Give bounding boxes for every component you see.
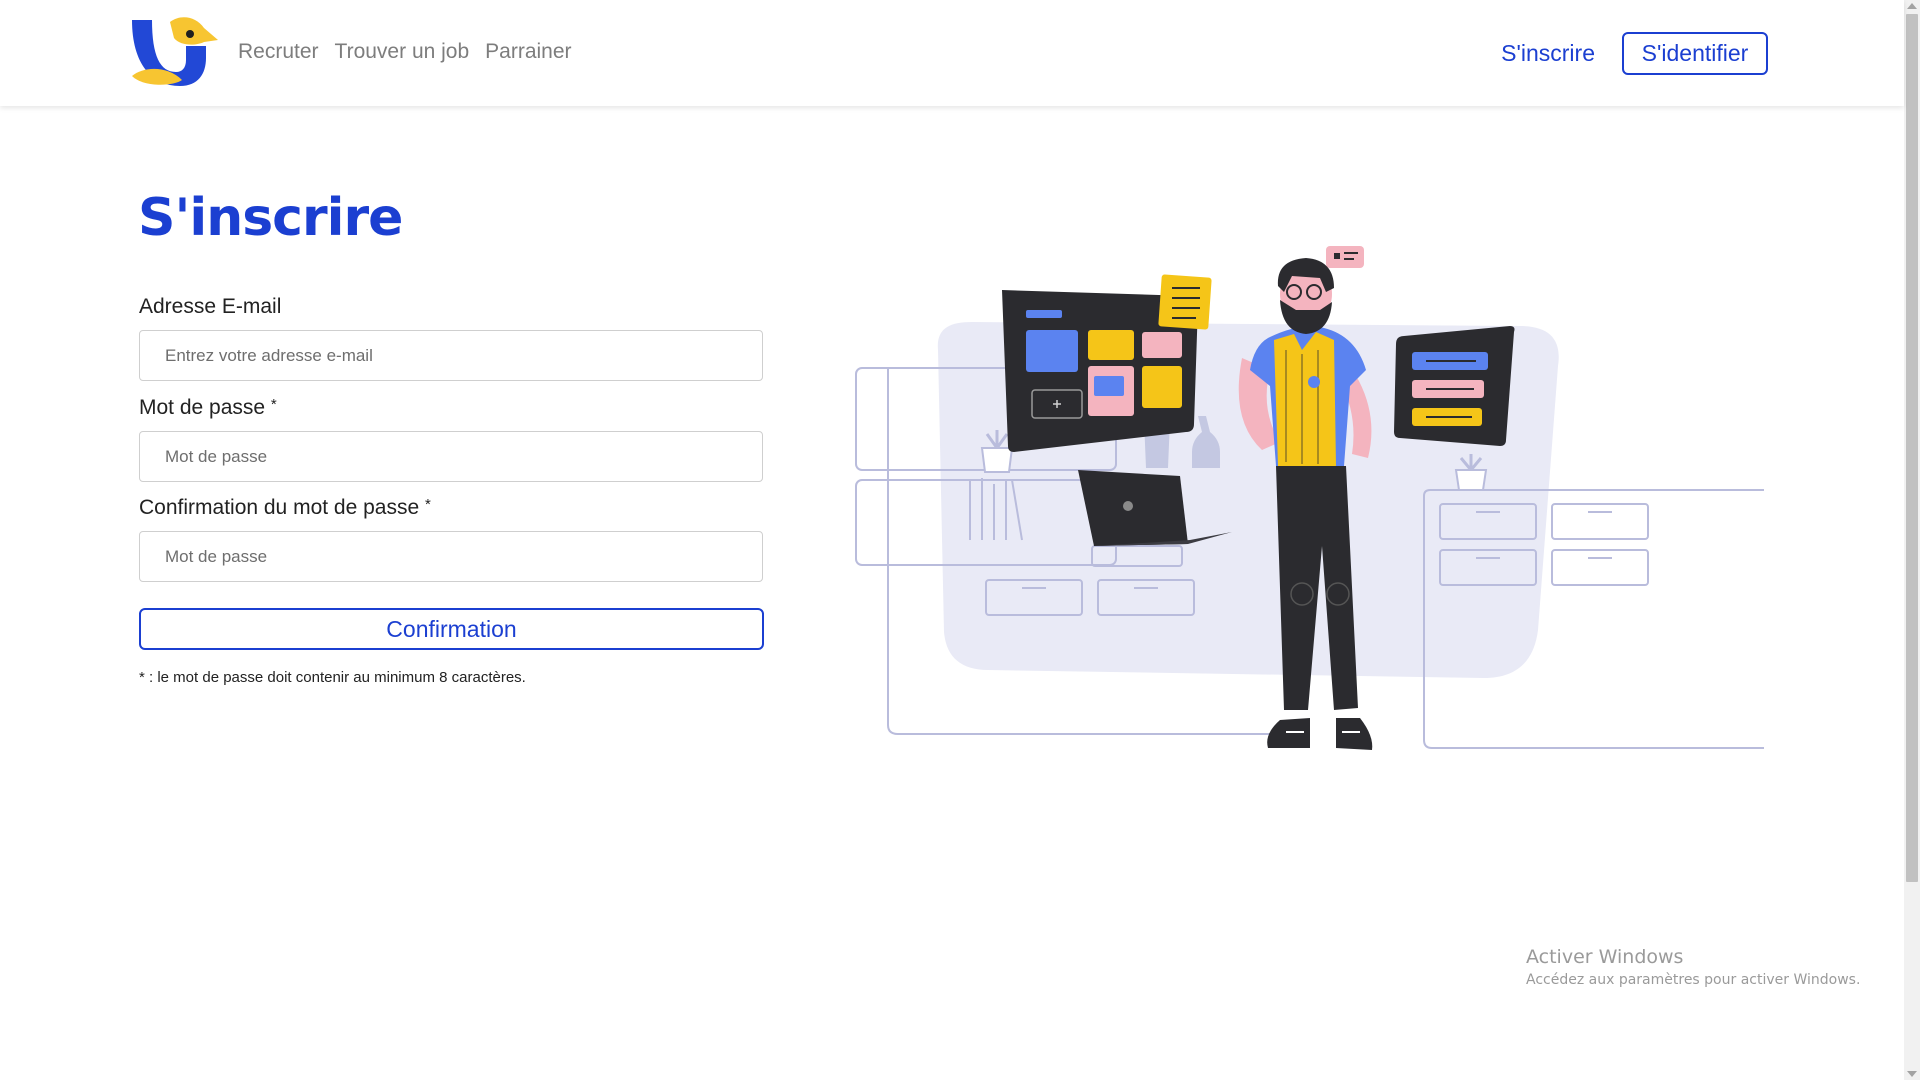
email-input[interactable] (139, 330, 763, 381)
scroll-down-arrow-icon[interactable] (1907, 1071, 1917, 1077)
scroll-up-arrow-icon[interactable] (1907, 3, 1917, 9)
page-title: S'inscrire (138, 188, 403, 248)
speech-bubble-icon (1326, 246, 1364, 268)
signup-illustration (855, 246, 1764, 750)
required-asterisk: * (425, 496, 431, 513)
email-label: Adresse E-mail (139, 295, 282, 318)
auth-actions: S'inscrire S'identifier (1501, 32, 1768, 75)
confirm-button[interactable]: Confirmation (139, 608, 764, 650)
watermark-title: Activer Windows (1526, 946, 1684, 968)
plant-pot-icon (1454, 469, 1488, 491)
task-screen-icon (1394, 326, 1515, 446)
windows-activation-watermark: Activer Windows Accédez aux paramètres p… (1526, 946, 1860, 988)
brand-logo[interactable] (130, 16, 226, 86)
main-nav: Recruter Trouver un job Parrainer (238, 40, 572, 64)
login-button[interactable]: S'identifier (1622, 32, 1768, 75)
password-label: Mot de passe * (139, 396, 277, 419)
nav-link-parrainer[interactable]: Parrainer (485, 40, 571, 64)
nav-link-trouver-un-job[interactable]: Trouver un job (335, 40, 470, 64)
nav-link-recruter[interactable]: Recruter (238, 40, 319, 64)
top-navbar: Recruter Trouver un job Parrainer S'insc… (0, 0, 1904, 106)
required-asterisk: * (270, 396, 277, 413)
watermark-subtitle: Accédez aux paramètres pour activer Wind… (1526, 972, 1861, 988)
plant-pot-icon (980, 447, 1014, 473)
scrollbar-thumb[interactable] (1906, 14, 1918, 882)
checklist-card-icon (1158, 274, 1212, 330)
page-scrollbar[interactable] (1904, 0, 1920, 1080)
password-input[interactable] (139, 431, 763, 482)
confirm-password-input[interactable] (139, 531, 763, 582)
confirm-password-label: Confirmation du mot de passe * (139, 496, 431, 519)
password-requirement-note: * : le mot de passe doit contenir au min… (139, 669, 526, 686)
signup-link[interactable]: S'inscrire (1501, 40, 1595, 67)
